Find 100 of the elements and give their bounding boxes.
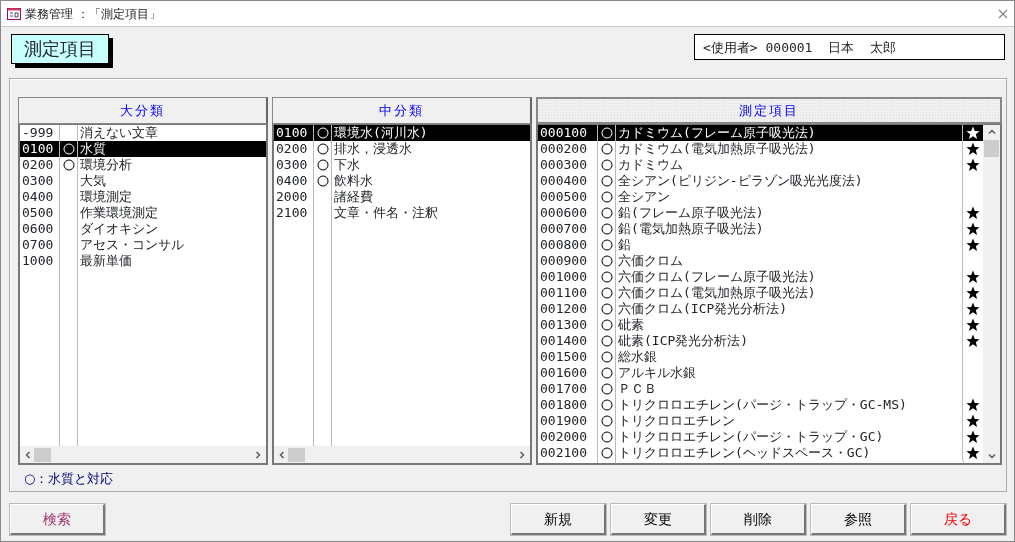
code-text: 001600 xyxy=(538,365,598,381)
scroll-down-icon[interactable] xyxy=(987,452,996,460)
list-row[interactable]: 001800 トリクロロエチレン(パージ・トラップ・GC-MS) xyxy=(538,397,983,413)
list-row[interactable]: 000600 鉛(フレーム原子吸光法) xyxy=(538,205,983,221)
code-text: 002000 xyxy=(538,429,598,445)
code-text: 0700 xyxy=(20,237,60,253)
name-text: カドミウム(電気加熱原子吸光法) xyxy=(616,141,963,157)
name-text: 全シアン xyxy=(616,189,963,205)
list-row[interactable]: 001000 六価クロム(フレーム原子吸光法) xyxy=(538,269,983,285)
name-text: 環境分析 xyxy=(79,157,133,173)
code-text: 0100 xyxy=(20,141,60,157)
column-header[interactable]: 中分類 xyxy=(272,97,532,124)
name-text: アルキル水銀 xyxy=(616,365,963,381)
name-text: トリクロロエチレン(パージ・トラップ・GC-MS) xyxy=(616,397,963,413)
name-text: 水質 xyxy=(79,141,107,157)
list-row[interactable]: 001100 六価クロム(電気加熱原子吸光法) xyxy=(538,285,983,301)
list-row[interactable]: 1000 最新単価 xyxy=(20,253,266,269)
action-button[interactable]: 検索 xyxy=(10,504,105,535)
code-text: 0400 xyxy=(20,189,60,205)
vertical-scrollbar[interactable] xyxy=(983,125,1000,463)
name-text: トリクロロエチレン(パージ・トラップ・GC) xyxy=(616,429,963,445)
list-row[interactable]: 0100 環境水(河川水) xyxy=(274,125,530,141)
scroll-right-icon[interactable] xyxy=(254,450,262,459)
list-row[interactable]: 002100 トリクロロエチレン(ヘッドスペース・GC) xyxy=(538,445,983,461)
list-row[interactable]: 001500 総水銀 xyxy=(538,349,983,365)
name-text: 下水 xyxy=(333,157,361,173)
list-row[interactable]: 0200 排水，浸透水 xyxy=(274,141,530,157)
code-text: 000300 xyxy=(538,157,598,173)
horizontal-scrollbar[interactable] xyxy=(274,446,530,463)
legend-text: ○：水質と対応 xyxy=(24,470,115,488)
name-text: 総水銀 xyxy=(616,349,963,365)
scroll-left-icon[interactable] xyxy=(24,450,32,459)
name-text: 六価クロム(フレーム原子吸光法) xyxy=(616,269,963,285)
list-row[interactable]: 001900 トリクロロエチレン xyxy=(538,413,983,429)
list-row[interactable]: 002000 トリクロロエチレン(パージ・トラップ・GC) xyxy=(538,429,983,445)
name-text: 環境水(河川水) xyxy=(333,125,429,141)
column-header[interactable]: 大分類 xyxy=(18,97,268,124)
name-text: 砒素 xyxy=(616,317,963,333)
list-row[interactable]: 0300 大気 xyxy=(20,173,266,189)
list-row[interactable]: 000900 六価クロム xyxy=(538,253,983,269)
code-text: 001100 xyxy=(538,285,598,301)
name-text: 作業環境測定 xyxy=(79,205,159,221)
list-row[interactable]: 0200 環境分析 xyxy=(20,157,266,173)
list-row[interactable]: 001300 砒素 xyxy=(538,317,983,333)
list-row[interactable]: 001700 ＰＣＢ xyxy=(538,381,983,397)
user-info-field: <使用者> 000001 日本 太郎 xyxy=(694,34,1005,60)
list-row[interactable]: 000500 全シアン xyxy=(538,189,983,205)
action-button[interactable]: 変更 xyxy=(611,504,706,535)
list-row[interactable]: 001400 砒素(ICP発光分析法) xyxy=(538,333,983,349)
code-text: 2000 xyxy=(274,189,314,205)
action-button[interactable]: 戻る xyxy=(911,504,1006,535)
form-icon xyxy=(7,7,21,20)
list-row[interactable]: 001200 六価クロム(ICP発光分析法) xyxy=(538,301,983,317)
scroll-thumb[interactable] xyxy=(984,140,999,157)
code-text: 0300 xyxy=(274,157,314,173)
code-text: 0500 xyxy=(20,205,60,221)
code-text: 001800 xyxy=(538,397,598,413)
name-text: 全シアン(ピリジン-ピラゾン吸光光度法) xyxy=(616,173,963,189)
list-row[interactable]: 2100 文章・件名・注釈 xyxy=(274,205,530,221)
list-row[interactable]: 000800 鉛 xyxy=(538,237,983,253)
list-row[interactable]: 000400 全シアン(ピリジン-ピラゾン吸光光度法) xyxy=(538,173,983,189)
list-row[interactable]: 0700 アセス・コンサル xyxy=(20,237,266,253)
code-text: 000700 xyxy=(538,221,598,237)
code-text: 0100 xyxy=(274,125,314,141)
name-text: 最新単価 xyxy=(79,253,133,269)
list-row[interactable]: 000100 カドミウム(フレーム原子吸光法) xyxy=(538,125,983,141)
action-button[interactable]: 参照 xyxy=(811,504,906,535)
code-text: 001500 xyxy=(538,349,598,365)
list-row[interactable]: 001600 アルキル水銀 xyxy=(538,365,983,381)
scroll-left-icon[interactable] xyxy=(278,450,286,459)
close-icon[interactable] xyxy=(998,8,1008,19)
list-row[interactable]: 0600 ダイオキシン xyxy=(20,221,266,237)
code-text: 000600 xyxy=(538,205,598,221)
column-header[interactable]: 測定項目 xyxy=(536,97,1002,124)
scroll-thumb[interactable] xyxy=(34,447,51,462)
name-text: 砒素(ICP発光分析法) xyxy=(616,333,963,349)
list-row[interactable]: 2000 諸経費 xyxy=(274,189,530,205)
list-row[interactable]: 0500 作業環境測定 xyxy=(20,205,266,221)
name-text: 大気 xyxy=(79,173,107,189)
name-text: トリクロロエチレン xyxy=(616,413,963,429)
code-text: 000400 xyxy=(538,173,598,189)
horizontal-scrollbar[interactable] xyxy=(20,446,266,463)
list-row[interactable]: 000300 カドミウム xyxy=(538,157,983,173)
action-button[interactable]: 新規 xyxy=(511,504,606,535)
code-text: 000200 xyxy=(538,141,598,157)
scroll-right-icon[interactable] xyxy=(518,450,526,459)
name-text: 諸経費 xyxy=(333,189,374,205)
action-button[interactable]: 削除 xyxy=(711,504,806,535)
list-row[interactable]: 0400 飲料水 xyxy=(274,173,530,189)
list-row[interactable]: 000200 カドミウム(電気加熱原子吸光法) xyxy=(538,141,983,157)
list-row[interactable]: 0400 環境測定 xyxy=(20,189,266,205)
scroll-up-icon[interactable] xyxy=(987,128,996,136)
name-text: 排水，浸透水 xyxy=(333,141,413,157)
name-text: 環境測定 xyxy=(79,189,133,205)
list-row[interactable]: 000700 鉛(電気加熱原子吸光法) xyxy=(538,221,983,237)
name-text: アセス・コンサル xyxy=(79,237,185,253)
list-row[interactable]: 0100 水質 xyxy=(20,141,266,157)
scroll-thumb[interactable] xyxy=(288,447,305,462)
window-title: 業務管理 ：「測定項目」 xyxy=(25,5,162,23)
list-row[interactable]: 0300 下水 xyxy=(274,157,530,173)
